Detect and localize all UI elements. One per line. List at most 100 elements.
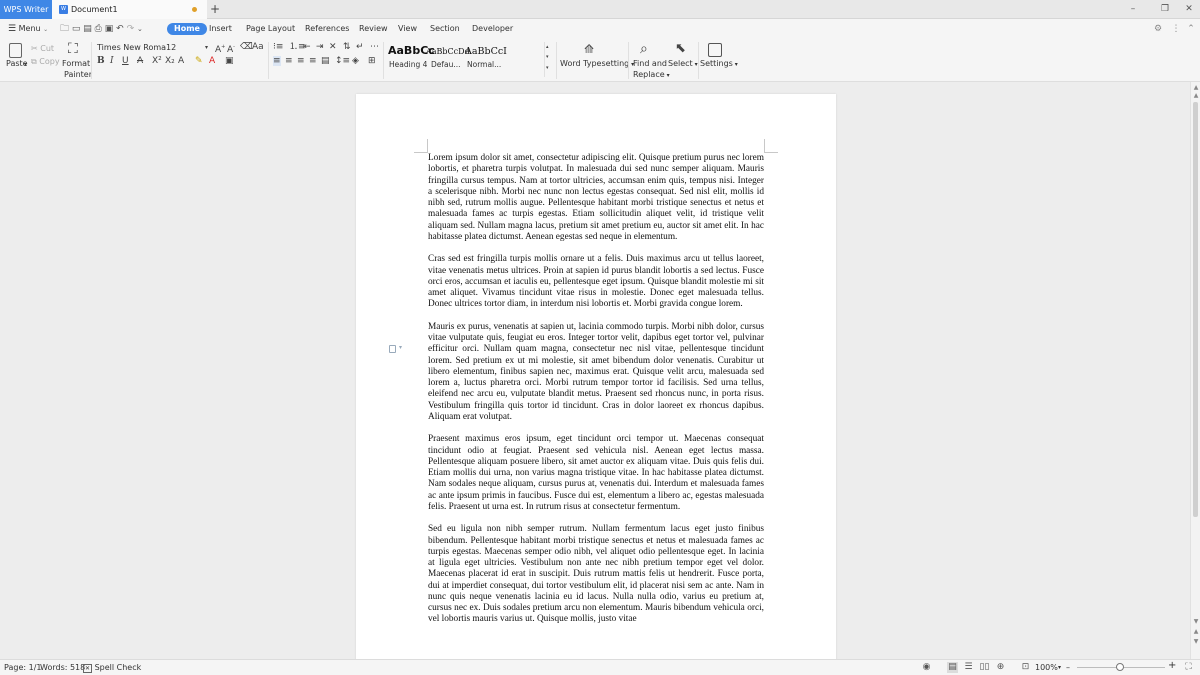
font-color-icon[interactable]: A (209, 56, 215, 66)
zoom-out-button[interactable]: – (1066, 663, 1070, 673)
zoom-level[interactable]: 100% (1035, 663, 1058, 673)
paragraph[interactable]: Lorem ipsum dolor sit amet, consectetur … (428, 153, 764, 243)
change-case-icon[interactable]: Aa (252, 42, 264, 52)
show-marks-icon[interactable]: ↵ (356, 42, 364, 52)
reading-view-icon[interactable]: ▯▯ (979, 662, 990, 673)
redo-icon[interactable]: ↷ (127, 24, 135, 34)
word-count[interactable]: Words: 518 (40, 663, 85, 673)
open-folder-icon[interactable]: 🗀 (60, 24, 69, 34)
scrollbar-thumb[interactable] (1193, 102, 1198, 517)
restore-button[interactable]: ❐ (1154, 0, 1176, 19)
paragraph[interactable]: Praesent maximus eros ipsum, eget tincid… (428, 434, 764, 513)
cut-button[interactable]: ✂ Cut (31, 44, 54, 54)
copy-button[interactable]: ⧉ Copy (31, 57, 60, 67)
paragraph-handle-icon[interactable] (389, 345, 396, 353)
font-size-dropdown-icon[interactable]: ▾ (205, 43, 208, 53)
tab-references[interactable]: References (305, 23, 349, 35)
settings-button[interactable]: Settings ▾ (700, 59, 738, 70)
chinese-layout-icon[interactable]: ✕ (329, 42, 337, 52)
paragraph[interactable]: Cras sed est fringilla turpis mollis orn… (428, 254, 764, 310)
style-label-default[interactable]: Defau... (431, 60, 461, 69)
format-painter-label-2[interactable]: Painter (64, 70, 92, 80)
font-name-select[interactable]: Times New Roma (97, 43, 166, 53)
more-options-icon[interactable]: ⋮ (1170, 23, 1182, 35)
highlight-icon[interactable]: ✎ (195, 56, 203, 66)
cursor-icon[interactable]: ⬉ (675, 41, 686, 57)
close-button[interactable]: ✕ (1178, 0, 1200, 19)
italic-icon[interactable]: I (110, 56, 114, 66)
align-right-icon[interactable]: ≡ (297, 56, 305, 66)
justify-icon[interactable]: ≡ (309, 56, 317, 66)
scroll-down-icon[interactable]: ▼ (1192, 618, 1200, 625)
style-preview-default[interactable]: AaBbCcDd (426, 47, 470, 56)
paragraph-handle-chevron-icon[interactable]: ▾ (399, 344, 402, 351)
tab-view[interactable]: View (398, 23, 417, 35)
increase-font-icon[interactable]: A+ (215, 42, 225, 55)
shading-icon[interactable]: ◈ (352, 56, 359, 66)
web-view-icon[interactable]: ⊕ (995, 662, 1006, 673)
decrease-font-icon[interactable]: A- (227, 42, 235, 55)
fullscreen-icon[interactable]: ⛶ (1183, 662, 1194, 673)
print-preview-icon[interactable]: ▣ (105, 24, 114, 34)
word-typesetting-button[interactable]: Word Typesetting ▾ (560, 59, 634, 70)
borders-icon[interactable]: ⊞ (368, 56, 376, 66)
vertical-scrollbar[interactable]: ▲ ▲ ▼ ▲ ▼ (1190, 82, 1200, 659)
tab-review[interactable]: Review (359, 23, 388, 35)
style-down-icon[interactable]: ▾ (546, 52, 549, 62)
collapse-ribbon-icon[interactable]: ⌃ (1185, 23, 1197, 35)
fit-page-icon[interactable]: ⊡ (1020, 662, 1031, 673)
minimize-button[interactable]: – (1122, 0, 1144, 19)
eye-protection-icon[interactable]: ◉ (921, 662, 932, 673)
document-page[interactable]: ▾ Lorem ipsum dolor sit amet, consectetu… (356, 94, 836, 659)
page-view-icon[interactable]: ▤ (947, 662, 958, 673)
sort-icon[interactable]: ⇅ (343, 42, 351, 52)
paragraph[interactable]: Sed eu ligula non nibh semper rutrum. Nu… (428, 524, 764, 625)
align-center-icon[interactable]: ≡ (285, 56, 293, 66)
paste-icon[interactable] (9, 43, 22, 58)
decrease-indent-icon[interactable]: ⇤ (303, 42, 311, 52)
zoom-slider-handle[interactable] (1116, 663, 1124, 671)
document-tab[interactable]: W Document1 (52, 0, 207, 19)
font-size-select[interactable]: 12 (166, 43, 176, 53)
zoom-in-button[interactable]: + (1168, 661, 1176, 671)
word-typesetting-icon[interactable]: ⟰ (584, 42, 594, 56)
paragraph[interactable]: Mauris ex purus, venenatis at sapien ut,… (428, 322, 764, 423)
zoom-dropdown-icon[interactable]: ▾ (1058, 663, 1061, 673)
distributed-icon[interactable]: ▤ (321, 56, 330, 66)
superscript-icon[interactable]: X² (152, 56, 162, 66)
bold-icon[interactable]: B (97, 56, 105, 66)
undo-icon[interactable]: ↶ (116, 24, 124, 34)
line-spacing-icon[interactable]: ↕≡ (335, 56, 350, 66)
settings-icon[interactable] (708, 43, 722, 57)
document-body[interactable]: Lorem ipsum dolor sit amet, consectetur … (428, 153, 764, 637)
strikethrough-icon[interactable]: A (137, 56, 143, 66)
styles-scroller[interactable]: ▴ ▾ ▾ (544, 42, 553, 77)
paste-dropdown-icon[interactable]: ▾ (24, 60, 27, 70)
bullet-list-icon[interactable]: ⁝≡ (273, 42, 283, 52)
align-left-icon[interactable]: ≡ (273, 56, 281, 66)
text-effect-icon[interactable]: A (178, 56, 184, 66)
find-replace-button-line1[interactable]: Find and (633, 59, 667, 69)
increase-indent-icon[interactable]: ⇥ (316, 42, 324, 52)
new-tab-button[interactable]: + (208, 0, 222, 19)
next-page-icon[interactable]: ▼ (1192, 638, 1200, 645)
select-button[interactable]: Select ▾ (668, 59, 698, 70)
tab-home[interactable]: Home (167, 23, 207, 35)
spell-check-button[interactable]: ✕ Spell Check (83, 663, 141, 674)
customize-chevron-icon[interactable]: ⌄ (137, 25, 143, 33)
previous-page-icon[interactable]: ▲ (1192, 628, 1200, 635)
save-icon[interactable]: ▭ (72, 24, 81, 34)
tab-insert[interactable]: Insert (209, 23, 232, 35)
page-count[interactable]: Page: 1/1 (4, 663, 41, 673)
app-menu-button[interactable]: WPS Writer (0, 0, 52, 19)
print-icon[interactable]: ⎙ (95, 24, 102, 34)
tab-section[interactable]: Section (430, 23, 460, 35)
style-up-icon[interactable]: ▴ (546, 42, 549, 52)
find-replace-button-line2[interactable]: Replace ▾ (633, 70, 670, 81)
style-label-normal[interactable]: Normal... (467, 60, 501, 69)
character-border-icon[interactable]: ▣ (225, 56, 234, 66)
style-more-icon[interactable]: ▾ (546, 63, 549, 73)
hamburger-menu-button[interactable]: ☰ Menu ⌄ (8, 23, 48, 35)
clear-format-icon[interactable]: ⌫ (240, 42, 253, 52)
format-painter-label-1[interactable]: Format (62, 59, 90, 69)
